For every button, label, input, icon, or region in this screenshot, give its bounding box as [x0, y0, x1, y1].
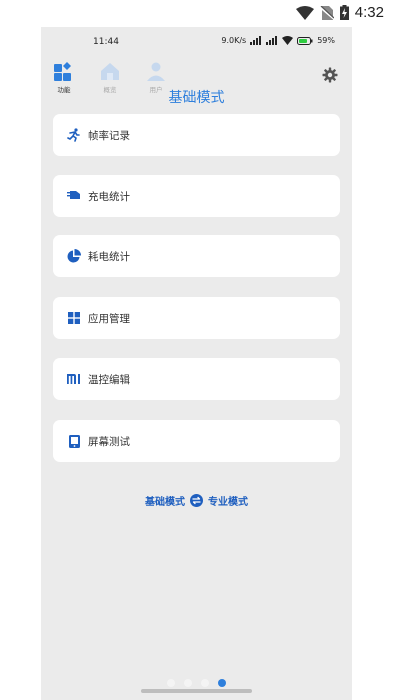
page-indicator: [41, 679, 352, 687]
inner-clock: 11:44: [93, 37, 119, 47]
signal-icon-2: [266, 36, 278, 45]
menu-label: 耗电统计: [88, 250, 130, 263]
mode-basic-label[interactable]: 基础模式: [145, 493, 185, 508]
inner-status-bar: 11:44 9.0K/s 59%: [41, 27, 352, 57]
gear-icon[interactable]: [322, 67, 338, 83]
grid-feature-icon: [54, 62, 71, 81]
page-dot-active[interactable]: [218, 679, 226, 687]
battery-charging-icon: [339, 5, 349, 20]
battery-level: 59%: [317, 36, 335, 45]
menu-item-fps-record[interactable]: 帧率记录: [53, 114, 340, 156]
menu-label: 帧率记录: [88, 129, 130, 142]
apps-grid-icon: [67, 311, 81, 325]
page-dot[interactable]: [167, 679, 175, 687]
menu-label: 应用管理: [88, 312, 130, 325]
wifi-icon: [295, 5, 314, 20]
charger-icon: [67, 189, 81, 203]
running-icon: [67, 128, 81, 142]
mi-logo-icon: [67, 372, 81, 386]
network-speed: 9.0K/s: [221, 36, 247, 45]
page-title: 基础模式: [168, 90, 225, 106]
mode-switch[interactable]: 基础模式 专业模式: [41, 493, 352, 508]
menu-item-screen-test[interactable]: 屏幕测试: [53, 420, 340, 462]
no-sim-icon: [319, 5, 334, 20]
menu-item-charge-stats[interactable]: 充电统计: [53, 175, 340, 217]
home-gesture-bar[interactable]: [141, 689, 252, 693]
system-status-bar: 4:32: [0, 0, 394, 28]
page-dot[interactable]: [184, 679, 192, 687]
menu-label: 充电统计: [88, 190, 130, 203]
battery-icon: [297, 36, 313, 45]
page-dot[interactable]: [201, 679, 209, 687]
menu-item-thermal-edit[interactable]: 温控编辑: [53, 358, 340, 400]
app-screen: 11:44 9.0K/s 59% 功能 概览 用户 基础模式 帧率记录 充电统计…: [41, 27, 352, 700]
phone-screen-icon: [67, 434, 81, 448]
menu-label: 屏幕测试: [88, 435, 130, 448]
menu-item-power-stats[interactable]: 耗电统计: [53, 235, 340, 277]
menu-label: 温控编辑: [88, 373, 130, 386]
house-icon: [101, 63, 119, 80]
signal-icon: [250, 36, 262, 45]
menu-item-app-manage[interactable]: 应用管理: [53, 297, 340, 339]
mode-pro-label[interactable]: 专业模式: [208, 493, 248, 508]
swap-icon[interactable]: [190, 494, 203, 507]
system-clock: 4:32: [354, 4, 384, 21]
pie-icon: [67, 249, 81, 263]
user-icon: [147, 62, 165, 81]
wifi-small-icon: [282, 36, 294, 45]
